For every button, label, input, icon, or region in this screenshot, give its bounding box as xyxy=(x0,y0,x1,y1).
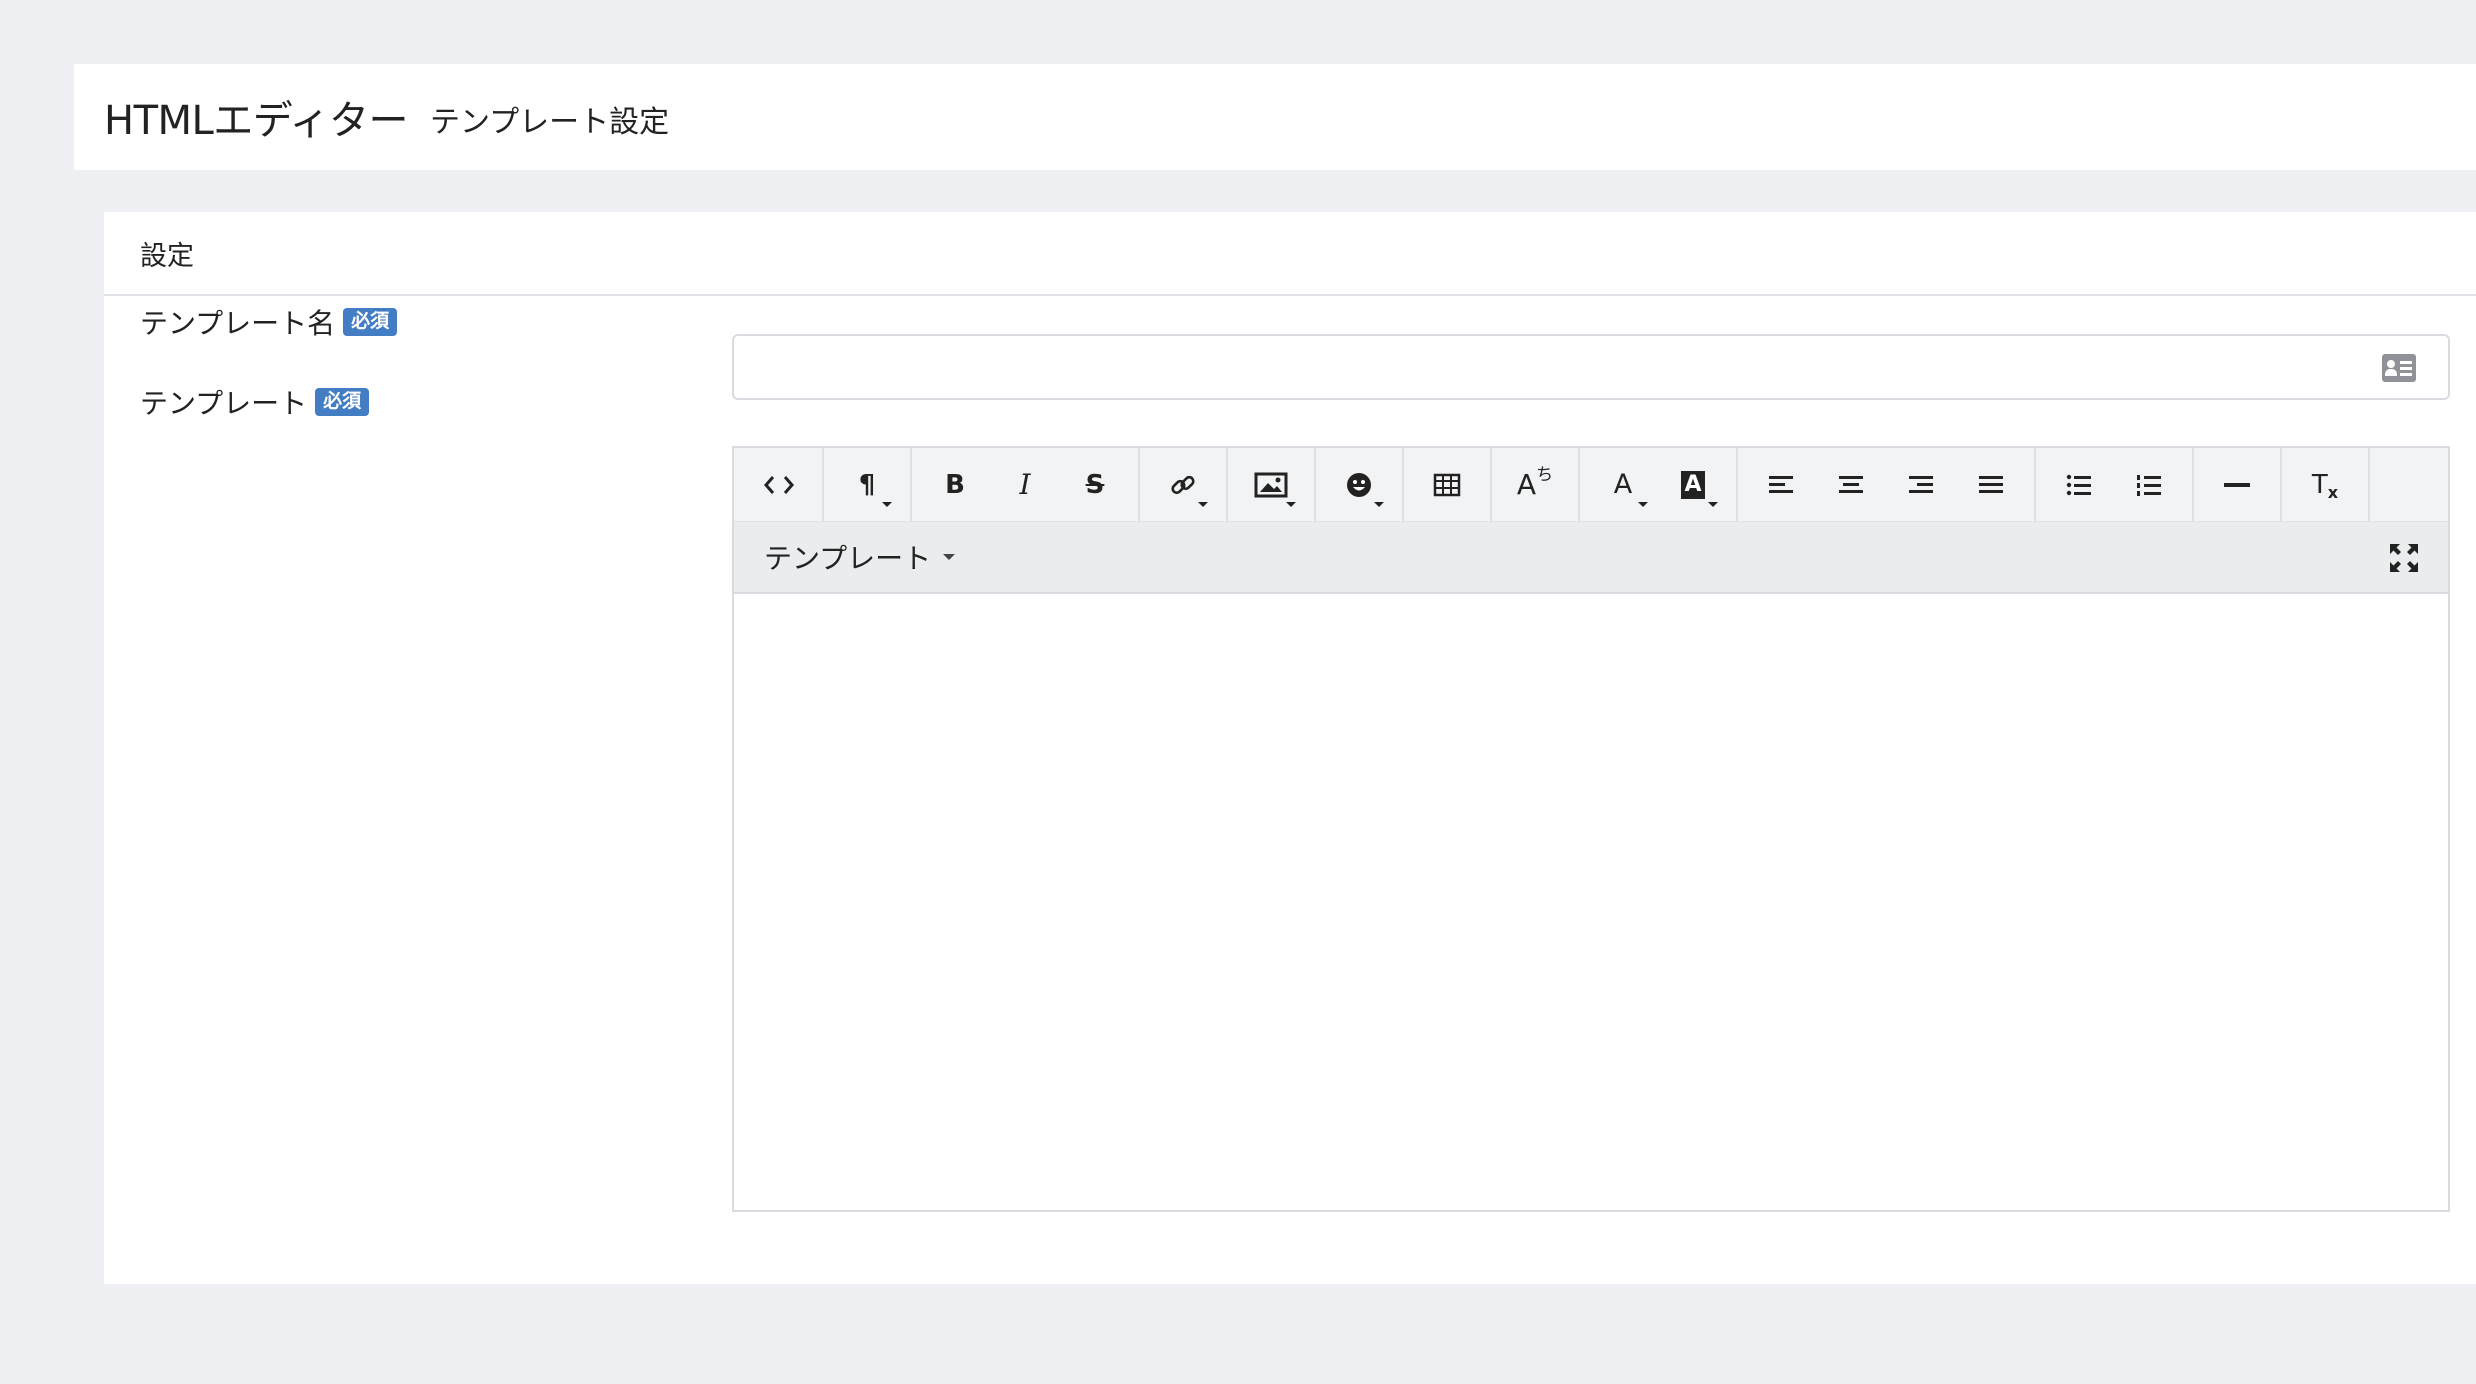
page-subtitle: テンプレート設定 xyxy=(430,105,670,140)
highlight-icon[interactable]: A xyxy=(1658,449,1728,521)
align-center-icon[interactable] xyxy=(1816,449,1886,521)
emoji-icon[interactable] xyxy=(1324,449,1394,521)
contact-card-icon[interactable] xyxy=(2382,354,2416,382)
template-name-field[interactable] xyxy=(732,334,2450,400)
editor-toolbar-secondary: テンプレート xyxy=(734,522,2448,594)
paragraph-icon[interactable]: ¶ xyxy=(832,449,902,521)
table-icon[interactable] xyxy=(1412,449,1482,521)
code-icon[interactable] xyxy=(744,449,814,521)
template-dropdown-label: テンプレート xyxy=(764,542,932,575)
template-label-row: テンプレート 必須 xyxy=(140,382,370,422)
fullscreen-icon[interactable] xyxy=(2382,536,2426,580)
template-name-input[interactable] xyxy=(734,336,2448,398)
editor-toolbar: ¶ B I S A ち A A T x xyxy=(734,448,2448,522)
ruby-icon[interactable]: Aち xyxy=(1500,449,1570,521)
template-name-label-row: テンプレート名 必須 xyxy=(140,302,398,342)
italic-icon[interactable]: I xyxy=(990,449,1060,521)
page-title: HTMLエディター xyxy=(104,98,409,144)
template-name-label: テンプレート名 xyxy=(140,307,336,340)
chevron-down-icon xyxy=(943,554,956,560)
link-icon[interactable] xyxy=(1148,449,1218,521)
numbered-list-icon[interactable] xyxy=(2114,449,2184,521)
template-label: テンプレート xyxy=(140,387,308,420)
align-justify-icon[interactable] xyxy=(1956,449,2026,521)
required-badge: 必須 xyxy=(343,308,398,336)
horizontal-rule-icon[interactable] xyxy=(2202,449,2272,521)
bullet-list-icon[interactable] xyxy=(2044,449,2114,521)
settings-card: 設定 テンプレート名 必須 テンプレート 必須 ¶ B I S A ち A A … xyxy=(104,212,2476,1284)
template-dropdown[interactable]: テンプレート xyxy=(734,537,956,577)
align-right-icon[interactable] xyxy=(1886,449,1956,521)
editor-content-area[interactable] xyxy=(734,594,2448,1210)
html-editor: ¶ B I S A ち A A T x テンプレート xyxy=(732,446,2450,1212)
image-icon[interactable] xyxy=(1236,449,1306,521)
page-header: HTMLエディター テンプレート設定 xyxy=(74,64,2476,170)
strikethrough-icon[interactable]: S xyxy=(1060,449,1130,521)
card-header: 設定 xyxy=(104,212,2476,296)
required-badge: 必須 xyxy=(315,388,370,416)
align-left-icon[interactable] xyxy=(1746,449,1816,521)
card-title: 設定 xyxy=(140,240,194,272)
bold-icon[interactable]: B xyxy=(920,449,990,521)
clear-format-icon[interactable]: Tx xyxy=(2290,449,2360,521)
font-color-icon[interactable]: A xyxy=(1588,449,1658,521)
